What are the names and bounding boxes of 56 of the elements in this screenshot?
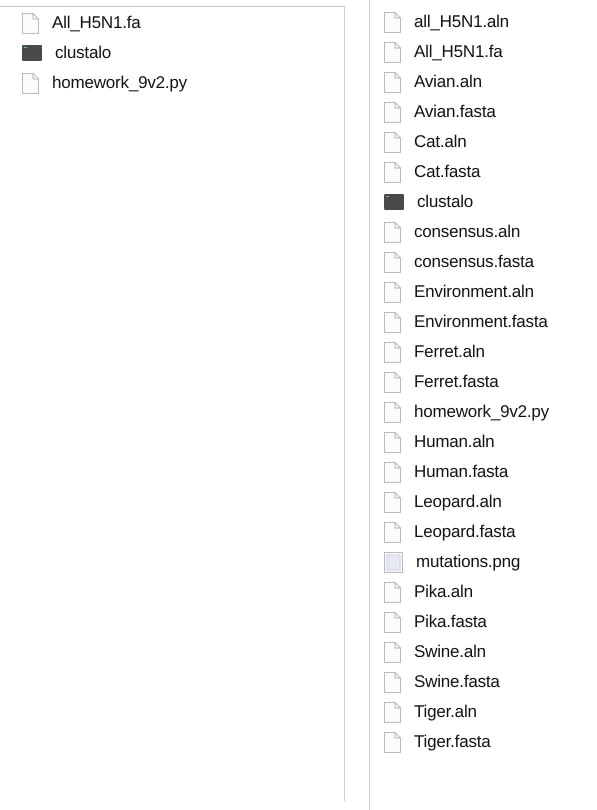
file-name[interactable]: consensus.fasta — [414, 252, 534, 272]
document-icon — [22, 12, 39, 34]
file-name[interactable]: All_H5N1.fa — [414, 42, 503, 62]
document-icon — [384, 252, 401, 272]
file-name[interactable]: Leopard.aln — [414, 492, 502, 512]
file-name[interactable]: Pika.fasta — [414, 612, 487, 632]
document-icon — [384, 702, 401, 722]
file-name[interactable]: Avian.fasta — [414, 102, 496, 122]
file-name[interactable]: homework_9v2.py — [52, 73, 187, 93]
file-name[interactable]: Leopard.fasta — [414, 522, 516, 542]
document-icon — [384, 732, 401, 752]
terminal-icon — [384, 194, 404, 210]
file-name[interactable]: Swine.fasta — [414, 672, 500, 692]
document-icon — [384, 462, 401, 482]
file-name[interactable]: Cat.aln — [414, 132, 466, 152]
file-name[interactable]: Environment.fasta — [414, 312, 548, 332]
document-icon — [384, 642, 401, 662]
document-icon — [384, 612, 401, 632]
document-icon — [384, 282, 401, 302]
document-icon — [384, 72, 401, 92]
document-icon — [384, 42, 401, 62]
file-name[interactable]: homework_9v2.py — [414, 402, 549, 422]
document-icon — [384, 492, 401, 512]
file-name[interactable]: Swine.aln — [414, 642, 486, 662]
file-name[interactable]: clustalo — [55, 43, 112, 63]
file-name[interactable]: consensus.aln — [414, 222, 520, 242]
document-icon — [384, 12, 401, 32]
file-name[interactable]: all_H5N1.aln — [414, 12, 509, 32]
file-name[interactable]: Pika.aln — [414, 582, 473, 602]
document-icon — [384, 342, 401, 362]
image-icon — [384, 552, 403, 572]
document-icon — [384, 312, 401, 332]
file-name[interactable]: Cat.fasta — [414, 162, 480, 182]
file-name[interactable]: Ferret.aln — [414, 342, 485, 362]
file-name[interactable]: All_H5N1.fa — [52, 13, 141, 33]
document-icon — [384, 672, 401, 692]
document-icon — [384, 132, 401, 152]
document-icon — [384, 372, 401, 392]
file-name[interactable]: Human.fasta — [414, 462, 508, 482]
file-name[interactable]: clustalo — [417, 192, 474, 212]
file-name[interactable]: Avian.aln — [414, 72, 482, 92]
document-icon — [384, 102, 401, 122]
document-icon — [384, 432, 401, 452]
document-icon — [384, 222, 401, 242]
file-name[interactable]: mutations.png — [416, 552, 520, 572]
file-name[interactable]: Ferret.fasta — [414, 372, 499, 392]
document-icon — [22, 72, 39, 94]
document-icon — [384, 522, 401, 542]
file-name[interactable]: Tiger.aln — [414, 702, 477, 722]
document-icon — [384, 162, 401, 182]
file-name[interactable]: Environment.aln — [414, 282, 534, 302]
terminal-icon — [22, 45, 42, 61]
document-icon — [384, 582, 401, 602]
file-name[interactable]: Human.aln — [414, 432, 494, 452]
file-name[interactable]: Tiger.fasta — [414, 732, 491, 752]
document-icon — [384, 402, 401, 422]
